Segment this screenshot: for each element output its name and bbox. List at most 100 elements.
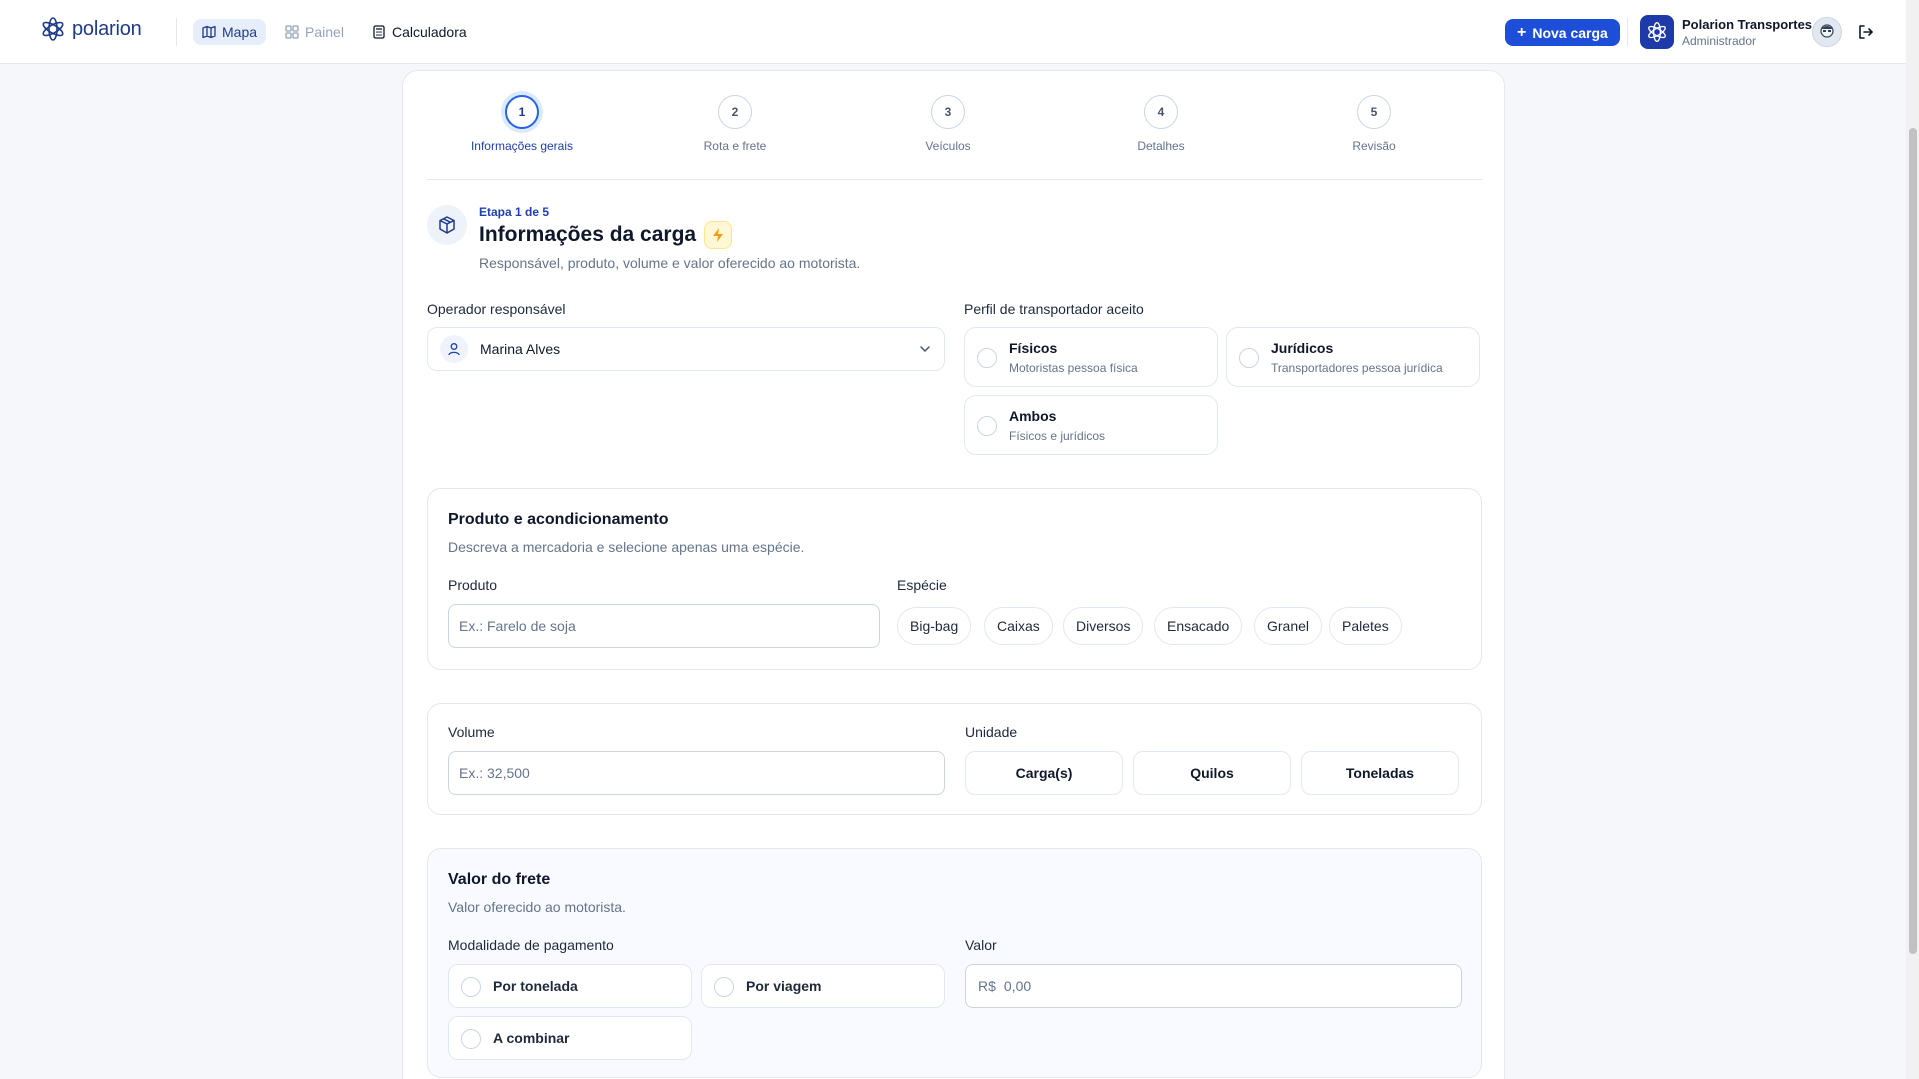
product-label: Produto (448, 577, 498, 593)
payment-option-por-viagem[interactable]: Por viagem (701, 964, 945, 1008)
freight-panel: Valor do frete Valor oferecido ao motori… (427, 848, 1482, 1078)
species-chip-caixas[interactable]: Caixas (984, 607, 1053, 645)
company-logo (1640, 15, 1674, 49)
step-label: Veículos (925, 139, 971, 153)
grid-icon (285, 25, 299, 39)
radio-button[interactable] (714, 977, 734, 997)
bolt-badge (704, 221, 733, 249)
top-bar: polarion Mapa Painel Calculadora + Nova … (0, 0, 1906, 64)
lightning-icon (713, 228, 724, 242)
nav-item-label: Mapa (222, 24, 258, 40)
radio-button[interactable] (461, 1029, 481, 1049)
step-label: Revisão (1352, 139, 1396, 153)
header-divider (1627, 18, 1628, 46)
step-label: Rota e frete (703, 139, 767, 153)
section-icon (427, 205, 467, 245)
payment-option-label: A combinar (493, 1030, 570, 1046)
form-stepper: 1 Informações gerais 2 Rota e frete 3 Ve… (427, 95, 1482, 167)
operator-label: Operador responsável (427, 301, 566, 317)
company-role: Administrador (1682, 34, 1757, 48)
option-subtitle: Físicos e jurídicos (1009, 429, 1106, 443)
product-input[interactable] (448, 604, 880, 648)
profile-label: Perfil de transportador aceito (964, 301, 1144, 317)
unit-option-toneladas[interactable]: Toneladas (1301, 751, 1459, 795)
freight-panel-title: Valor do frete (448, 871, 551, 888)
step-rota-e-frete[interactable]: 2 Rota e frete (665, 95, 805, 153)
radio-button[interactable] (461, 977, 481, 997)
freight-panel-subtitle: Valor oferecido ao motorista. (448, 899, 626, 915)
species-chip-diversos[interactable]: Diversos (1063, 607, 1144, 645)
section-title-row: Informações da carga (479, 221, 733, 249)
step-label: Detalhes (1137, 139, 1185, 153)
option-subtitle: Motoristas pessoa física (1009, 361, 1138, 375)
brand-logo[interactable]: polarion (40, 16, 142, 42)
unit-option-quilos[interactable]: Quilos (1133, 751, 1291, 795)
step-label: Informações gerais (470, 139, 574, 153)
product-panel-title: Produto e acondicionamento (448, 511, 669, 528)
nav-item-painel[interactable]: Painel (276, 19, 353, 45)
payment-label: Modalidade de pagamento (448, 937, 614, 953)
operator-value: Marina Alves (480, 341, 561, 357)
radio-button[interactable] (1239, 348, 1259, 368)
radio-button[interactable] (977, 416, 997, 436)
step-detalhes[interactable]: 4 Detalhes (1091, 95, 1231, 153)
unit-label: Unidade (965, 724, 1018, 740)
step-veiculos[interactable]: 3 Veículos (878, 95, 1018, 153)
product-panel-subtitle: Descreva a mercadoria e selecione apenas… (448, 539, 805, 555)
plus-icon: + (1517, 23, 1527, 41)
brand-name: polarion (72, 17, 142, 40)
species-chip-paletes[interactable]: Paletes (1329, 607, 1402, 645)
stage-indicator: Etapa 1 de 5 (479, 205, 550, 219)
profile-option-fisicos[interactable]: Físicos Motoristas pessoa física (964, 327, 1218, 387)
logout-icon[interactable] (1856, 22, 1876, 42)
radio-button[interactable] (977, 348, 997, 368)
user-face-icon (1820, 24, 1834, 38)
nav-item-label: Painel (305, 24, 344, 40)
species-chip-ensacado[interactable]: Ensacado (1154, 607, 1243, 645)
step-number: 5 (1357, 95, 1391, 129)
snowflake-logo-icon (1648, 22, 1666, 42)
cargo-form-card: 1 Informações gerais 2 Rota e frete 3 Ve… (402, 70, 1505, 1079)
step-number: 4 (1144, 95, 1178, 129)
product-panel: Produto e acondicionamento Descreva a me… (427, 488, 1482, 670)
freight-value-input[interactable] (1003, 978, 1424, 994)
nav-item-calculadora[interactable]: Calculadora (363, 19, 476, 45)
package-icon (439, 216, 455, 234)
option-subtitle: Transportadores pessoa jurídica (1271, 361, 1443, 375)
step-informacoes-gerais[interactable]: 1 Informações gerais (452, 95, 592, 153)
step-number: 1 (505, 95, 539, 129)
option-title: Físicos (1009, 340, 1058, 356)
operator-select[interactable]: Marina Alves (427, 327, 945, 371)
nav-item-label: Calculadora (391, 24, 467, 40)
volume-panel: Volume Unidade Carga(s) Quilos Toneladas (427, 703, 1482, 815)
payment-option-por-tonelada[interactable]: Por tonelada (448, 964, 692, 1008)
currency-prefix: R$ (978, 978, 996, 994)
payment-option-a-combinar[interactable]: A combinar (448, 1016, 692, 1060)
user-icon (448, 343, 460, 356)
nav-item-mapa[interactable]: Mapa (193, 19, 267, 45)
payment-option-label: Por tonelada (493, 978, 578, 994)
section-subtitle: Responsável, produto, volume e valor ofe… (479, 255, 861, 271)
freight-value-field[interactable]: R$ (965, 964, 1462, 1008)
species-label: Espécie (897, 577, 947, 593)
main-nav: Mapa Painel Calculadora (193, 19, 476, 45)
stepper-divider (427, 179, 1482, 180)
snowflake-logo-icon (42, 17, 64, 41)
header-divider (176, 18, 177, 46)
payment-option-label: Por viagem (746, 978, 822, 994)
user-avatar[interactable] (1812, 17, 1842, 47)
species-chip-big-bag[interactable]: Big-bag (897, 607, 972, 645)
volume-input[interactable] (448, 751, 945, 795)
profile-option-ambos[interactable]: Ambos Físicos e jurídicos (964, 395, 1218, 455)
map-icon (202, 25, 216, 39)
profile-option-juridicos[interactable]: Jurídicos Transportadores pessoa jurídic… (1226, 327, 1480, 387)
unit-option-cargas[interactable]: Carga(s) (965, 751, 1123, 795)
volume-label: Volume (448, 724, 495, 740)
scrollbar-thumb[interactable] (1909, 128, 1917, 954)
new-cargo-button[interactable]: + Nova carga (1505, 19, 1620, 46)
option-title: Jurídicos (1271, 340, 1334, 356)
section-title: Informações da carga (479, 223, 697, 246)
chevron-down-icon (920, 346, 930, 353)
species-chip-granel[interactable]: Granel (1254, 607, 1323, 645)
step-revisao[interactable]: 5 Revisão (1304, 95, 1444, 153)
